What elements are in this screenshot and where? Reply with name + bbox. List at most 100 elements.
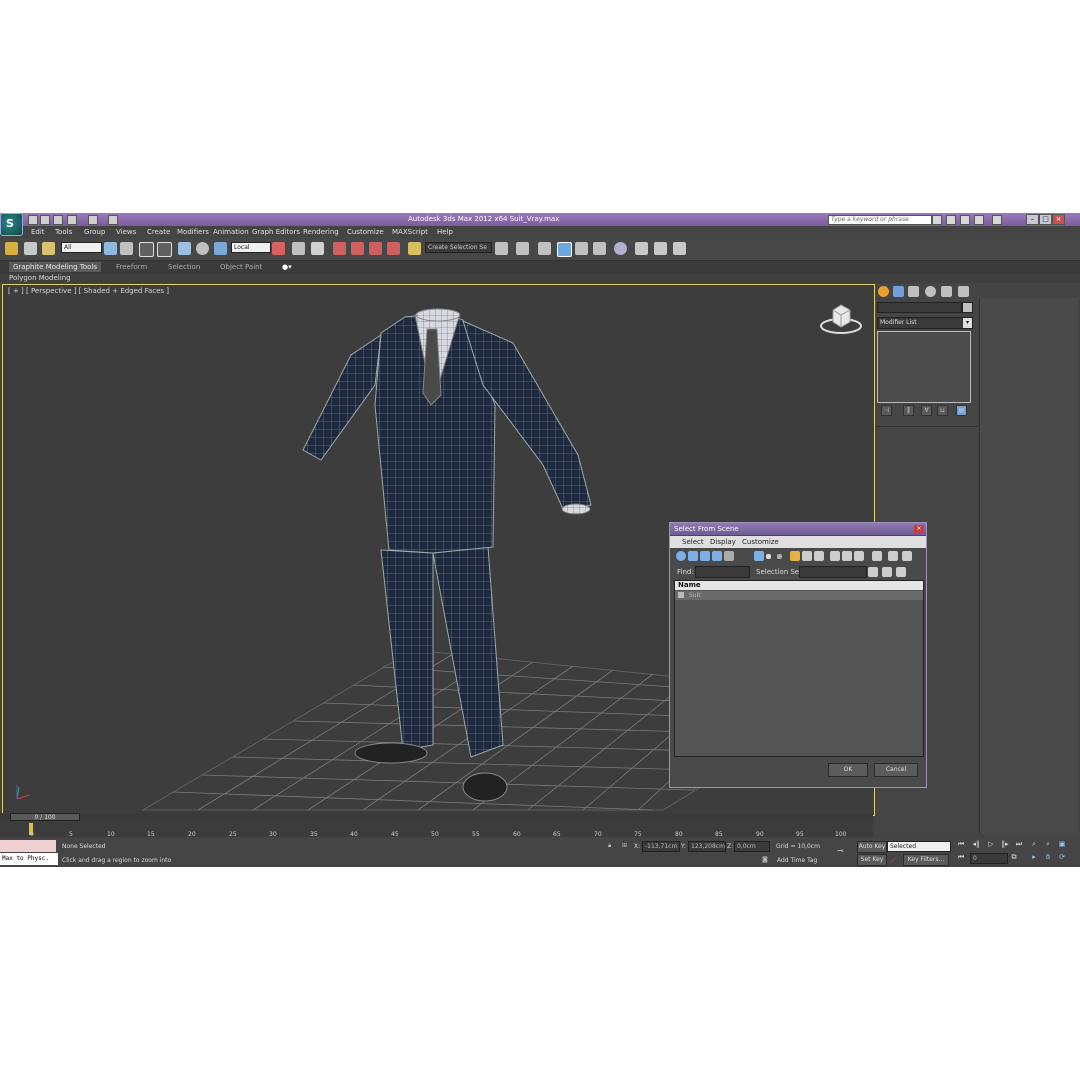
- zoom-icon[interactable]: ⌕: [1029, 840, 1039, 849]
- dialog-menu-display[interactable]: Display: [710, 538, 736, 546]
- track-bar[interactable]: 0 5 10 15 20 25 30 35 40 45 50 55 60 65 …: [0, 821, 873, 838]
- close-button[interactable]: ×: [1052, 214, 1065, 225]
- layer-manager-icon[interactable]: [538, 242, 551, 255]
- auto-key-button[interactable]: Auto Key: [857, 841, 887, 853]
- selection-set-dropdown[interactable]: [799, 566, 867, 578]
- dialog-menu-select[interactable]: Select: [682, 538, 704, 546]
- menu-group[interactable]: Group: [84, 228, 105, 236]
- select-none-icon[interactable]: [842, 551, 852, 561]
- menu-customize[interactable]: Customize: [347, 228, 384, 236]
- display-xrefs-icon[interactable]: [777, 554, 782, 559]
- tab-object-paint[interactable]: Object Paint: [216, 262, 266, 272]
- cancel-button[interactable]: Cancel: [874, 763, 918, 777]
- select-and-link-icon[interactable]: [5, 242, 18, 255]
- current-frame-field[interactable]: 0: [970, 853, 1008, 864]
- search-binoculars-icon[interactable]: [932, 215, 942, 225]
- maxscript-mini-listener[interactable]: Max to Physc.: [0, 853, 58, 865]
- show-end-result-icon[interactable]: ‖: [903, 405, 914, 416]
- pan-view-icon[interactable]: ✋︎: [1043, 853, 1053, 862]
- new-file-icon[interactable]: [28, 215, 38, 225]
- reference-coordinate-dropdown[interactable]: Local: [231, 242, 271, 253]
- project-folder-icon[interactable]: [108, 215, 118, 225]
- curve-editor-icon[interactable]: [575, 242, 588, 255]
- menu-edit[interactable]: Edit: [31, 228, 45, 236]
- go-to-start-icon[interactable]: ⏮: [956, 840, 966, 849]
- create-selection-set-icon[interactable]: [868, 567, 878, 577]
- key-filters-button[interactable]: Key Filters...: [903, 854, 949, 866]
- configure-modifier-sets-icon[interactable]: ▤: [956, 405, 967, 416]
- field-of-view-icon[interactable]: ▸: [1029, 853, 1039, 862]
- menu-graph-editors[interactable]: Graph Editors: [252, 228, 300, 236]
- percent-snap-icon[interactable]: [369, 242, 382, 255]
- undo-icon[interactable]: [67, 215, 77, 225]
- communication-center-icon[interactable]: [960, 215, 970, 225]
- mirror-icon[interactable]: [495, 242, 508, 255]
- object-name-field[interactable]: [877, 302, 962, 313]
- motion-tab-icon[interactable]: [925, 286, 936, 297]
- edit-named-selection-icon[interactable]: [408, 242, 421, 255]
- spinner-snap-icon[interactable]: [387, 242, 400, 255]
- window-crossing-icon[interactable]: [157, 242, 172, 257]
- bind-to-space-warp-icon[interactable]: [42, 242, 55, 255]
- keyboard-shortcut-override-icon[interactable]: [311, 242, 324, 255]
- subscription-center-icon[interactable]: [946, 215, 956, 225]
- render-setup-icon[interactable]: [635, 242, 648, 255]
- zoom-extents-icon[interactable]: ▣: [1057, 840, 1067, 849]
- graphite-toggle-icon[interactable]: [557, 242, 572, 257]
- display-shapes-icon[interactable]: [688, 551, 698, 561]
- pivot-center-icon[interactable]: [272, 242, 285, 255]
- play-icon[interactable]: ▷: [986, 840, 996, 849]
- ribbon-options-icon[interactable]: ●▾: [278, 262, 296, 272]
- application-menu-button[interactable]: S: [0, 213, 23, 236]
- add-to-selection-set-icon[interactable]: [882, 567, 892, 577]
- pin-stack-icon[interactable]: ⊣: [881, 405, 892, 416]
- menu-views[interactable]: Views: [116, 228, 136, 236]
- select-and-manipulate-icon[interactable]: [292, 242, 305, 255]
- filter-options-icon[interactable]: [902, 551, 912, 561]
- snaps-toggle-icon[interactable]: [333, 242, 346, 255]
- render-production-icon[interactable]: [673, 242, 686, 255]
- display-groups-icon[interactable]: [766, 554, 771, 559]
- redo-icon[interactable]: [88, 215, 98, 225]
- orbit-icon[interactable]: ⟳: [1057, 853, 1067, 862]
- time-slider-knob[interactable]: 0 / 100: [10, 813, 80, 821]
- tab-freeform[interactable]: Freeform: [112, 262, 151, 272]
- hierarchy-tab-icon[interactable]: [908, 286, 919, 297]
- select-object-icon[interactable]: [104, 242, 117, 255]
- modify-tab-icon[interactable]: [893, 286, 904, 297]
- selection-filter-dropdown[interactable]: All: [61, 242, 102, 253]
- select-by-name-icon[interactable]: [120, 242, 133, 255]
- select-all-icon[interactable]: [830, 551, 840, 561]
- display-geometry-icon[interactable]: [676, 551, 686, 561]
- time-slider[interactable]: 0 / 100: [0, 813, 873, 821]
- remove-from-selection-set-icon[interactable]: [896, 567, 906, 577]
- display-frozen-icon[interactable]: [814, 551, 824, 561]
- menu-tools[interactable]: Tools: [55, 228, 72, 236]
- zoom-all-icon[interactable]: ⌕: [1043, 840, 1053, 849]
- select-and-move-icon[interactable]: [178, 242, 191, 255]
- tab-selection[interactable]: Selection: [164, 262, 204, 272]
- display-cameras-icon[interactable]: [712, 551, 722, 561]
- rectangular-selection-icon[interactable]: [139, 242, 154, 257]
- select-and-rotate-icon[interactable]: [196, 242, 209, 255]
- tab-graphite-modeling-tools[interactable]: Graphite Modeling Tools: [9, 262, 102, 272]
- find-input[interactable]: [695, 566, 750, 578]
- remove-modifier-icon[interactable]: ⊔: [937, 405, 948, 416]
- display-lights-icon[interactable]: [700, 551, 710, 561]
- minimize-button[interactable]: –: [1026, 214, 1039, 225]
- dialog-menu-customize[interactable]: Customize: [742, 538, 779, 546]
- display-helpers-icon[interactable]: [724, 551, 734, 561]
- dialog-close-button[interactable]: ×: [914, 525, 924, 533]
- select-and-scale-icon[interactable]: [214, 242, 227, 255]
- display-tab-icon[interactable]: [941, 286, 952, 297]
- add-time-tag-button[interactable]: Add Time Tag: [777, 857, 817, 864]
- ok-button[interactable]: OK: [828, 763, 868, 777]
- unlink-selection-icon[interactable]: [24, 242, 37, 255]
- key-mode-toggle-icon[interactable]: ⏮: [956, 853, 966, 862]
- previous-frame-icon[interactable]: ◂‖: [971, 840, 981, 849]
- modifier-list-dropdown[interactable]: Modifier List ▾: [877, 317, 973, 329]
- angle-snap-icon[interactable]: [351, 242, 364, 255]
- favorites-star-icon[interactable]: [974, 215, 984, 225]
- set-key-icon[interactable]: ⊸: [837, 846, 844, 855]
- menu-help[interactable]: Help: [437, 228, 453, 236]
